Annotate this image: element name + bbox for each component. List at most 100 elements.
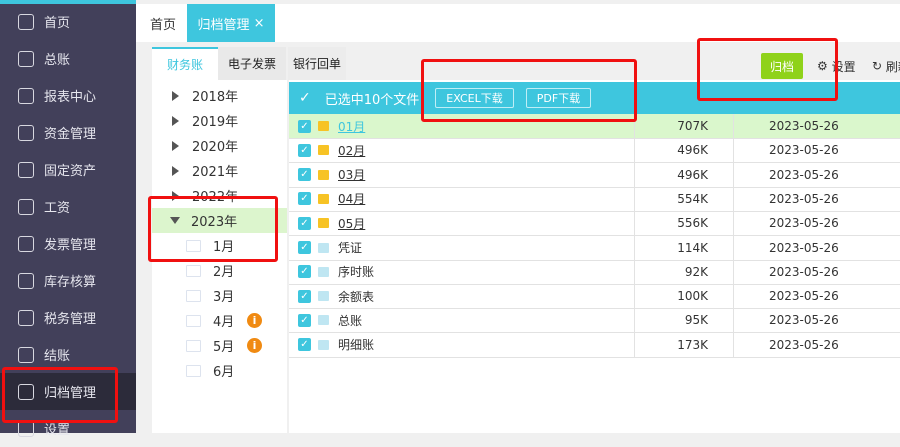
file-date: 2023-05-26 [733, 211, 900, 236]
table-row[interactable]: ✓ 凭证 114K 2023-05-26 [289, 235, 900, 261]
caret-right-icon[interactable] [172, 165, 179, 176]
file-name: 明细账 [338, 338, 375, 353]
folder-icon [186, 289, 201, 302]
file-name[interactable]: 03月 [338, 166, 645, 183]
file-icon [318, 242, 329, 253]
caret-right-icon[interactable] [172, 115, 179, 126]
refresh-button[interactable]: ↻ 刷新 [872, 53, 900, 79]
file-name[interactable]: 05月 [338, 215, 645, 232]
folder-icon [186, 314, 201, 327]
sidebar-item[interactable]: 固定资产 [0, 151, 136, 188]
table-row[interactable]: ✓ 03月 496K 2023-05-26 [289, 162, 900, 188]
tree-year-node[interactable]: 2020年 [152, 133, 287, 158]
row-checkbox[interactable]: ✓ [298, 119, 311, 133]
subtab-e-invoice[interactable]: 电子发票 [218, 47, 286, 80]
select-all-check-icon[interactable]: ✓ [299, 90, 311, 106]
caret-right-icon[interactable] [172, 90, 179, 101]
row-checkbox[interactable]: ✓ [298, 143, 311, 157]
row-checkbox[interactable]: ✓ [298, 265, 311, 279]
close-icon[interactable]: × [254, 16, 265, 31]
file-size: 100K [634, 284, 733, 309]
folder-icon [186, 339, 201, 352]
sidebar-item[interactable]: 库存核算 [0, 262, 136, 299]
sidebar-item[interactable]: 资金管理 [0, 114, 136, 151]
tab-archive-management[interactable]: 归档管理 × [187, 4, 275, 42]
table-row[interactable]: ✓ 05月 556K 2023-05-26 [289, 211, 900, 237]
year-label: 2020年 [192, 140, 239, 155]
file-name: 余额表 [338, 289, 375, 304]
tree-month-node[interactable]: 5月 i [152, 333, 287, 358]
checkout-icon [18, 346, 34, 363]
file-date: 2023-05-26 [733, 138, 900, 163]
table-row[interactable]: ✓ 04月 554K 2023-05-26 [289, 186, 900, 212]
folder-icon [318, 218, 329, 229]
annotation-box [697, 38, 838, 101]
tree-year-node[interactable]: 2019年 [152, 108, 287, 133]
subtab-bank-receipt[interactable]: 银行回单 [288, 47, 346, 80]
table-row[interactable]: ✓ 序时账 92K 2023-05-26 [289, 259, 900, 285]
table-row[interactable]: ✓ 总账 95K 2023-05-26 [289, 308, 900, 334]
month-label: 4月 [213, 315, 235, 330]
folder-icon [186, 364, 201, 377]
selection-count: 已选中10个文件 [324, 92, 420, 108]
file-size: 173K [634, 332, 733, 357]
folder-icon [318, 169, 329, 180]
file-date: 2023-05-26 [733, 186, 900, 211]
file-icon [318, 339, 329, 350]
sidebar-item[interactable]: 总账 [0, 40, 136, 77]
tree-month-node[interactable]: 6月 [152, 358, 287, 383]
row-checkbox[interactable]: ✓ [298, 168, 311, 182]
annotation-box [421, 59, 637, 122]
table-row[interactable]: ✓ 明细账 173K 2023-05-26 [289, 332, 900, 358]
tab-bar: 首页 归档管理 × [136, 4, 900, 42]
sidebar-item[interactable]: 工资 [0, 188, 136, 225]
file-icon [318, 266, 329, 277]
sidebar-item-label: 工资 [44, 201, 71, 216]
file-name: 序时账 [338, 265, 375, 280]
table-row[interactable]: ✓ 余额表 100K 2023-05-26 [289, 284, 900, 310]
sidebar-item-label: 库存核算 [44, 275, 97, 290]
file-size: 496K [634, 138, 733, 163]
year-label: 2019年 [192, 115, 239, 130]
row-checkbox[interactable]: ✓ [298, 192, 311, 206]
month-label: 3月 [213, 290, 235, 305]
info-icon[interactable]: i [247, 313, 262, 328]
file-size: 95K [634, 308, 733, 333]
tab-home[interactable]: 首页 [150, 4, 176, 42]
tax-icon [18, 309, 34, 326]
row-checkbox[interactable]: ✓ [298, 289, 311, 303]
file-size: 556K [634, 211, 733, 236]
annotation-box [148, 196, 278, 262]
chart-icon [18, 87, 34, 104]
file-name[interactable]: 04月 [338, 190, 645, 207]
info-icon[interactable]: i [247, 338, 262, 353]
row-checkbox[interactable]: ✓ [298, 313, 311, 327]
folder-icon [318, 121, 329, 131]
tree-year-node[interactable]: 2018年 [152, 83, 287, 108]
sidebar-item[interactable]: 报表中心 [0, 77, 136, 114]
sidebar-item[interactable]: 税务管理 [0, 299, 136, 336]
tree-month-node[interactable]: 4月 i [152, 308, 287, 333]
refresh-icon: ↻ [872, 59, 883, 73]
sidebar-item[interactable]: 发票管理 [0, 225, 136, 262]
row-checkbox[interactable]: ✓ [298, 241, 311, 254]
file-date: 2023-05-26 [733, 114, 900, 138]
file-date: 2023-05-26 [733, 284, 900, 309]
annotation-box [2, 367, 118, 423]
file-name[interactable]: 02月 [338, 142, 645, 159]
tree-month-node[interactable]: 3月 [152, 283, 287, 308]
subtab-financial-books[interactable]: 财务账 [152, 47, 218, 80]
file-name: 总账 [338, 313, 363, 328]
row-checkbox[interactable]: ✓ [298, 338, 311, 352]
tree-year-node[interactable]: 2021年 [152, 158, 287, 183]
month-label: 2月 [213, 265, 235, 280]
file-size: 496K [634, 162, 733, 187]
row-checkbox[interactable]: ✓ [298, 216, 311, 230]
sidebar-item[interactable]: 首页 [0, 3, 136, 40]
table-row[interactable]: ✓ 02月 496K 2023-05-26 [289, 138, 900, 164]
file-icon [318, 315, 329, 326]
salary-icon [18, 198, 34, 215]
file-date: 2023-05-26 [733, 162, 900, 187]
caret-right-icon[interactable] [172, 140, 179, 151]
money-bag-icon [18, 124, 34, 141]
